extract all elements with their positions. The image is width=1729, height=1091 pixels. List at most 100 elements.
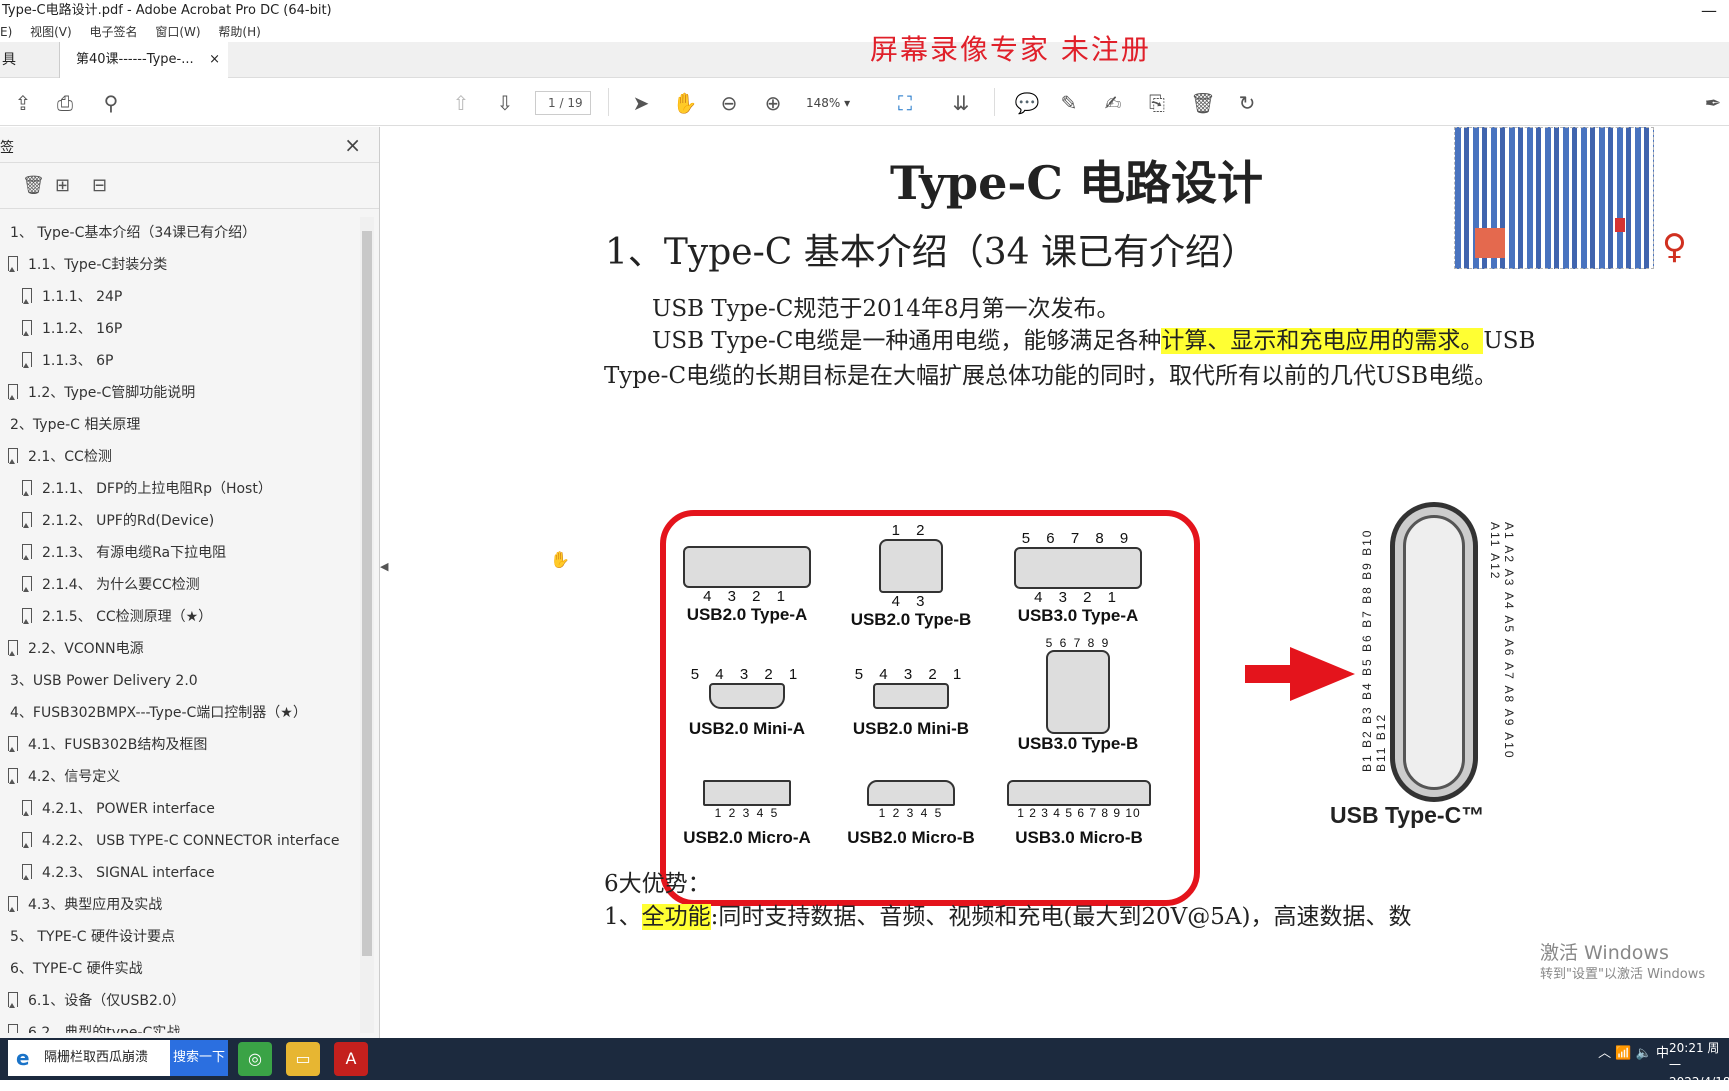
acrobat-icon[interactable]: A [334, 1042, 368, 1076]
upload-icon[interactable]: ⇪ [10, 90, 36, 116]
delete-icon[interactable]: 🗑 [1190, 90, 1216, 116]
bookmark-item[interactable]: 1.1.3、 6P [0, 345, 360, 377]
bookmark-item[interactable]: 6、TYPE-C 硬件实战 [0, 953, 360, 985]
file-explorer-icon[interactable]: ▭ [286, 1042, 320, 1076]
bookmark-item[interactable]: 4、FUSB302BMPX---Type-C端口控制器（★） [0, 697, 360, 729]
search-icon[interactable]: ⚲ [98, 90, 124, 116]
document-view[interactable]: ♀ Type-C 电路设计 1、Type-C 基本介绍（34 课已有介绍） US… [400, 127, 1729, 1038]
bookmark-item[interactable]: 2.1、CC检测 [0, 441, 360, 473]
bookmark-label: 1、 Type-C基本介绍（34课已有介绍） [10, 225, 257, 241]
tab-close-icon[interactable]: × [209, 42, 220, 78]
advantages-title: 6大优势： [604, 871, 711, 897]
menu-item-esign[interactable]: 电子签名 [90, 25, 138, 39]
connector-label: USB2.0 Type-A [686, 605, 808, 624]
tray-chevron-icon[interactable]: ︿ [1598, 1046, 1611, 1061]
bookmark-item[interactable]: 1.1、Type-C封装分类 [0, 249, 360, 281]
menu-item-help[interactable]: 帮助(H) [218, 25, 260, 39]
select-tool-icon[interactable]: ➤ [628, 90, 654, 116]
menu-bar: E) 视图(V) 电子签名 窗口(W) 帮助(H) [0, 22, 1729, 42]
bookmarks-panel: 签 × 🗑 ⊞ ⊟ 1、 Type-C基本介绍（34课已有介绍） 1.1、Type… [0, 127, 380, 1038]
highlight-icon[interactable]: ✎ [1056, 90, 1082, 116]
search-button[interactable]: 搜索一下 [170, 1040, 228, 1076]
bookmark-item[interactable]: 6.1、设备（仅USB2.0） [0, 985, 360, 1017]
bookmark-item[interactable]: 3、USB Power Delivery 2.0 [0, 665, 360, 697]
advantage-1-number: 1、 [604, 904, 642, 930]
find-bookmark-icon[interactable]: ⊟ [92, 175, 107, 196]
bookmark-item[interactable]: 1.1.2、 16P [0, 313, 360, 345]
connector-pins-top: 5 6 7 8 9 [1021, 530, 1135, 547]
connector-shape [879, 539, 943, 593]
bookmark-item[interactable]: 2、Type-C 相关原理 [0, 409, 360, 441]
connector-pins: 4 3 2 1 [1034, 589, 1122, 606]
typec-pins-left: B1 B2 B3 B4 B5 B6 B7 B8 B9 B10 B11 B12 [1360, 528, 1388, 772]
bookmark-item[interactable]: 2.2、VCONN电源 [0, 633, 360, 665]
bookmark-label: 6、TYPE-C 硬件实战 [10, 961, 143, 977]
tab-tools[interactable]: 具 [0, 42, 60, 78]
delete-bookmark-icon[interactable]: 🗑 [22, 175, 45, 196]
bookmark-icon [8, 1024, 18, 1033]
scrollbar-thumb[interactable] [362, 231, 372, 956]
bookmark-item[interactable]: 6.2、典型的type-C实战 [0, 1017, 360, 1033]
bookmark-item[interactable]: 4.2.2、 USB TYPE-C CONNECTOR interface [0, 825, 360, 857]
connector-pins: 1 2 3 4 5 [714, 806, 780, 820]
hand-tool-icon[interactable]: ✋ [672, 90, 698, 116]
bookmark-item[interactable]: 2.1.4、 为什么要CC检测 [0, 569, 360, 601]
print-icon[interactable]: ⎙ [52, 90, 78, 116]
next-page-icon[interactable]: ⇩ [492, 90, 518, 116]
bookmark-item[interactable]: 2.1.3、 有源电缆Ra下拉电阻 [0, 537, 360, 569]
comment-icon[interactable]: 💬 [1014, 90, 1040, 116]
bookmark-item[interactable]: 5、 TYPE-C 硬件设计要点 [0, 921, 360, 953]
ime-indicator[interactable]: 中 [1656, 1046, 1669, 1061]
menu-item-view[interactable]: 视图(V) [30, 25, 72, 39]
bookmark-item[interactable]: 2.1.5、 CC检测原理（★） [0, 601, 360, 633]
bookmark-item[interactable]: 4.2.1、 POWER interface [0, 793, 360, 825]
zoom-in-icon[interactable]: ⊕ [760, 90, 786, 116]
bookmark-label: 3、USB Power Delivery 2.0 [10, 673, 198, 689]
bookmark-item[interactable]: 1、 Type-C基本介绍（34课已有介绍） [0, 217, 360, 249]
tab-bar: 具 第40课------Type-... × ? [0, 42, 1729, 113]
app-icon[interactable]: ◎ [238, 1042, 272, 1076]
zoom-value: 148% [806, 96, 841, 110]
bookmark-item[interactable]: 2.1.1、 DFP的上拉电阻Rp（Host） [0, 473, 360, 505]
new-bookmark-icon[interactable]: ⊞ [55, 175, 70, 196]
page-input[interactable]: 1 / 19 [535, 91, 591, 115]
bookmark-icon [22, 608, 32, 624]
bookmark-label: 6.2、典型的type-C实战 [28, 1025, 181, 1033]
stamp-icon[interactable]: ⎘ [1144, 90, 1170, 116]
bookmark-item[interactable]: 1.2、Type-C管脚功能说明 [0, 377, 360, 409]
bookmark-item[interactable]: 4.1、FUSB302B结构及框图 [0, 729, 360, 761]
network-icon[interactable]: 📶 [1615, 1046, 1631, 1061]
scroll-mode-icon[interactable]: ⇊ [948, 90, 974, 116]
tab-document-label: 第40课------Type-... [76, 52, 194, 67]
search-text: 隔栅栏取西瓜崩溃 [44, 1050, 149, 1065]
share-icon[interactable]: ✒ [1700, 90, 1726, 116]
bookmark-item[interactable]: 2.1.2、 UPF的Rd(Device) [0, 505, 360, 537]
tab-document[interactable]: 第40课------Type-... × [60, 42, 228, 78]
clock[interactable]: 20:21 周一 2022/4/18 [1669, 1040, 1729, 1091]
bookmark-item[interactable]: 1.1.1、 24P [0, 281, 360, 313]
zoom-select[interactable]: 148% ▾ [806, 91, 874, 115]
menu-item-window[interactable]: 窗口(W) [155, 25, 200, 39]
volume-icon[interactable]: 🔈 [1636, 1046, 1652, 1061]
activation-line-1: 激活 Windows [1540, 942, 1669, 964]
taskbar-search[interactable]: e 隔栅栏取西瓜崩溃 [8, 1040, 176, 1076]
prev-page-icon[interactable]: ⇧ [448, 90, 474, 116]
bookmark-item[interactable]: 4.3、典型应用及实战 [0, 889, 360, 921]
fit-page-icon[interactable]: ⛶ [892, 90, 918, 116]
bookmark-item[interactable]: 4.2、信号定义 [0, 761, 360, 793]
connector-pins: 4 3 2 1 [703, 588, 791, 605]
connector-pins: 4 3 [891, 593, 931, 610]
typec-pins-right: A1 A2 A3 A4 A5 A6 A7 A8 A9 A10 A11 A12 [1488, 522, 1516, 760]
minimize-button[interactable]: — [1689, 0, 1729, 22]
collapse-panel-icon[interactable]: ◀ [380, 560, 388, 573]
menu-item-edit[interactable]: E) [0, 25, 12, 39]
bookmark-label: 6.1、设备（仅USB2.0） [28, 993, 186, 1009]
rotate-icon[interactable]: ↻ [1234, 90, 1260, 116]
close-panel-icon[interactable]: × [344, 133, 361, 157]
zoom-out-icon[interactable]: ⊖ [716, 90, 742, 116]
connector-pins-top: 5 6 7 8 9 [1045, 636, 1111, 650]
advantage-1-text: :同时支持数据、音频、视频和充电(最大到20V@5A)，高速数据、数 [710, 904, 1412, 930]
bookmark-scrollbar[interactable] [360, 217, 374, 1033]
sign-icon[interactable]: ✍ [1100, 90, 1126, 116]
bookmark-item[interactable]: 4.2.3、 SIGNAL interface [0, 857, 360, 889]
